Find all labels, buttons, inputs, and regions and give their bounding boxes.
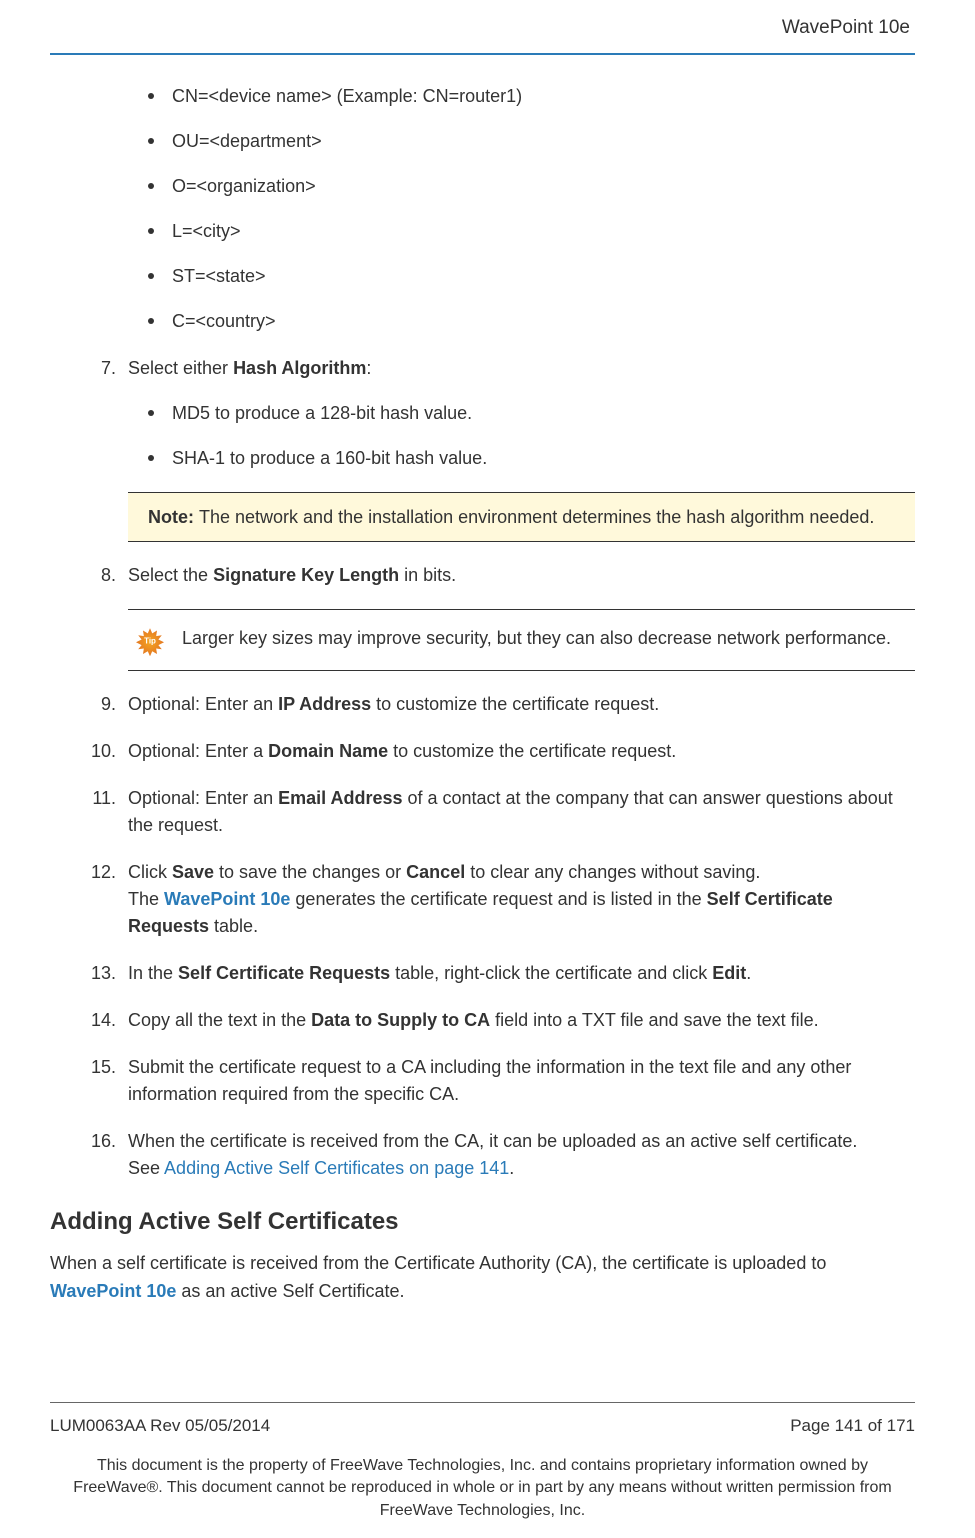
section-heading: Adding Active Self Certificates bbox=[50, 1204, 915, 1240]
footer-revision: LUM0063AA Rev 05/05/2014 bbox=[50, 1413, 270, 1439]
step-number: 13. bbox=[80, 960, 116, 987]
step-number: 9. bbox=[80, 691, 116, 718]
list-item: ST=<state> bbox=[148, 263, 915, 290]
step-15: 15. Submit the certificate request to a … bbox=[80, 1054, 915, 1108]
header-product: WavePoint 10e bbox=[50, 10, 915, 53]
step-number: 15. bbox=[80, 1054, 116, 1081]
step-7: 7. Select either Hash Algorithm: MD5 to … bbox=[80, 355, 915, 472]
step-text: Click Save to save the changes or Cancel… bbox=[128, 862, 833, 936]
note-label: Note: bbox=[148, 507, 199, 527]
step-10: 10. Optional: Enter a Domain Name to cus… bbox=[80, 738, 915, 765]
footer-rule bbox=[50, 1402, 915, 1403]
list-item: OU=<department> bbox=[148, 128, 915, 155]
list-item: CN=<device name> (Example: CN=router1) bbox=[148, 83, 915, 110]
step-number: 14. bbox=[80, 1007, 116, 1034]
step-text: Optional: Enter an Email Address of a co… bbox=[128, 788, 893, 835]
step-text: In the Self Certificate Requests table, … bbox=[128, 963, 751, 983]
wavepoint-link[interactable]: WavePoint 10e bbox=[164, 889, 290, 909]
page-footer: LUM0063AA Rev 05/05/2014 Page 141 of 171… bbox=[50, 1402, 915, 1522]
step-number: 16. bbox=[80, 1128, 116, 1155]
step-14: 14. Copy all the text in the Data to Sup… bbox=[80, 1007, 915, 1034]
step-11: 11. Optional: Enter an Email Address of … bbox=[80, 785, 915, 839]
footer-legal: This document is the property of FreeWav… bbox=[50, 1455, 915, 1522]
list-item: O=<organization> bbox=[148, 173, 915, 200]
step-13: 13. In the Self Certificate Requests tab… bbox=[80, 960, 915, 987]
step-number: 8. bbox=[80, 562, 116, 589]
step-9: 9. Optional: Enter an IP Address to cust… bbox=[80, 691, 915, 718]
tip-box: Tip Larger key sizes may improve securit… bbox=[128, 609, 915, 671]
note-box: Note: The network and the installation e… bbox=[128, 492, 915, 543]
section-paragraph: When a self certificate is received from… bbox=[50, 1250, 915, 1306]
step-text: Optional: Enter an IP Address to customi… bbox=[128, 694, 659, 714]
header-rule bbox=[50, 53, 915, 55]
tip-text: Larger key sizes may improve security, b… bbox=[182, 624, 891, 653]
list-item: C=<country> bbox=[148, 308, 915, 335]
step-16: 16. When the certificate is received fro… bbox=[80, 1128, 915, 1182]
step-text: Select either Hash Algorithm: bbox=[128, 358, 371, 378]
step-number: 11. bbox=[80, 785, 116, 812]
step-text: When the certificate is received from th… bbox=[128, 1131, 857, 1178]
step-8: 8. Select the Signature Key Length in bi… bbox=[80, 562, 915, 589]
wavepoint-link[interactable]: WavePoint 10e bbox=[50, 1281, 176, 1301]
tip-icon: Tip bbox=[136, 628, 164, 656]
note-text: The network and the installation environ… bbox=[199, 507, 874, 527]
step-text: Select the Signature Key Length in bits. bbox=[128, 565, 456, 585]
step-number: 7. bbox=[80, 355, 116, 382]
cross-reference-link[interactable]: Adding Active Self Certificates on page … bbox=[164, 1158, 509, 1178]
step-text: Copy all the text in the Data to Supply … bbox=[128, 1010, 819, 1030]
step-text: Submit the certificate request to a CA i… bbox=[128, 1057, 851, 1104]
step-number: 10. bbox=[80, 738, 116, 765]
step-text: Optional: Enter a Domain Name to customi… bbox=[128, 741, 676, 761]
list-item: SHA-1 to produce a 160-bit hash value. bbox=[148, 445, 915, 472]
footer-page-number: Page 141 of 171 bbox=[790, 1413, 915, 1439]
step-number: 12. bbox=[80, 859, 116, 886]
list-item: L=<city> bbox=[148, 218, 915, 245]
subject-fields-list: CN=<device name> (Example: CN=router1) O… bbox=[148, 83, 915, 335]
step-12: 12. Click Save to save the changes or Ca… bbox=[80, 859, 915, 940]
list-item: MD5 to produce a 128-bit hash value. bbox=[148, 400, 915, 427]
